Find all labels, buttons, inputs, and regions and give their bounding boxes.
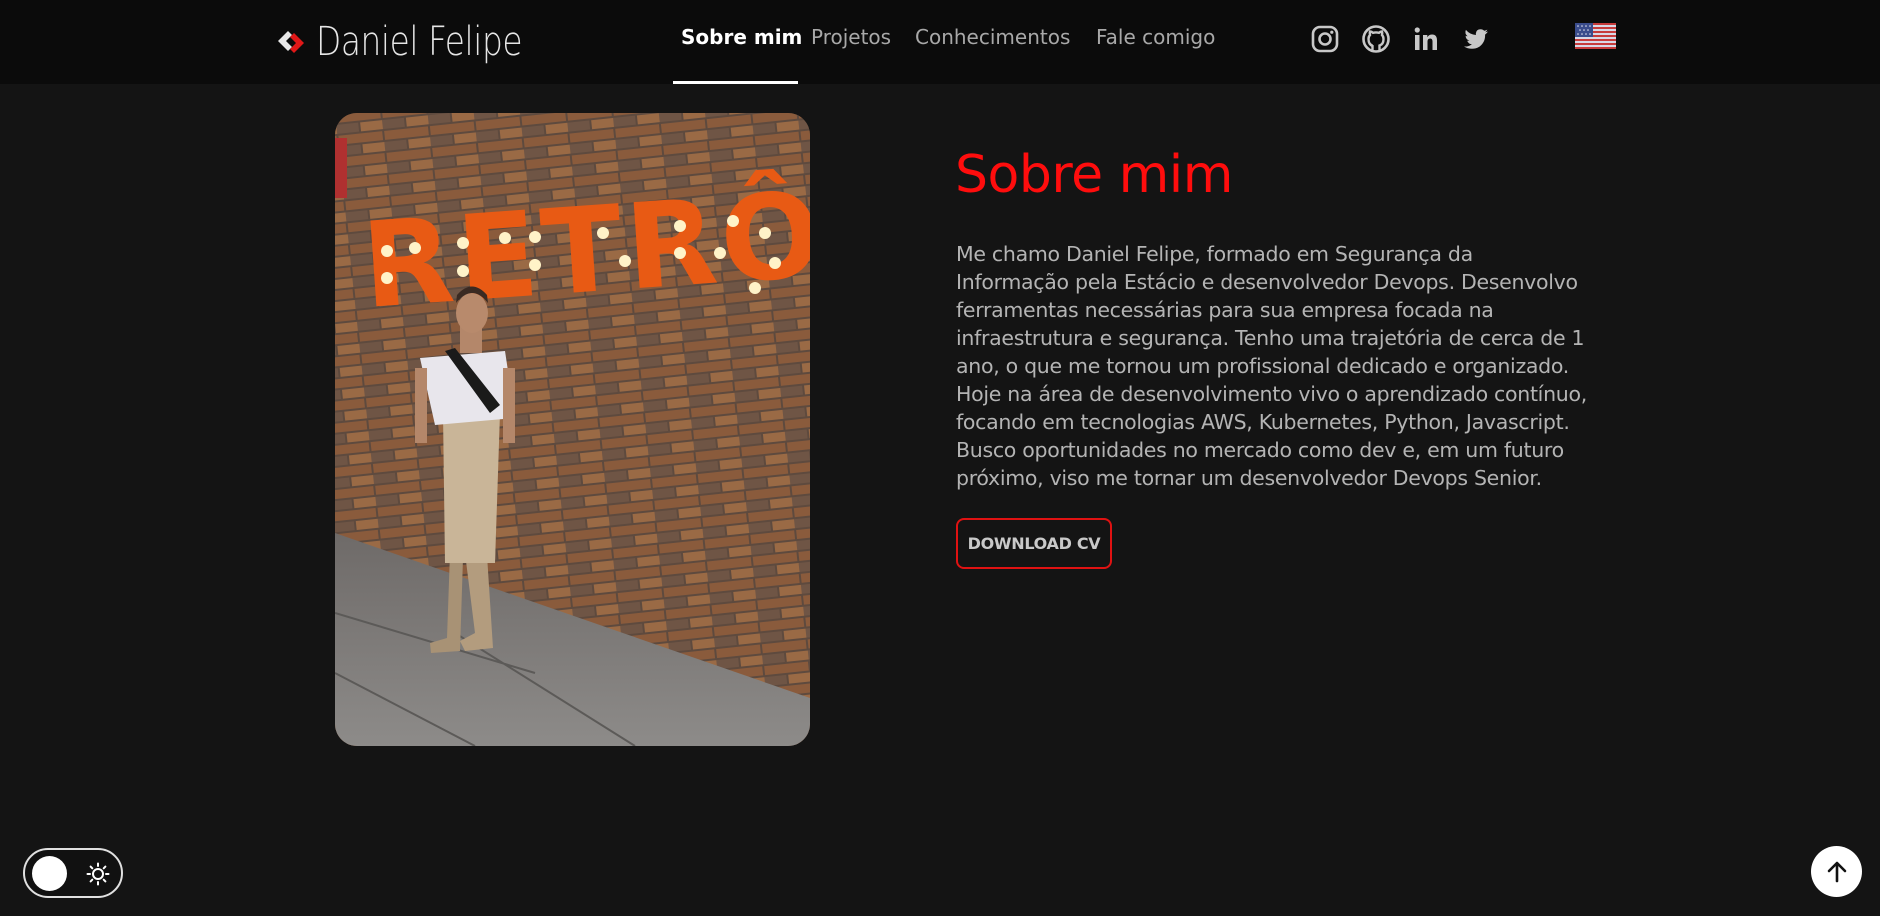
about-description: Me chamo Daniel Felipe, formado em Segur… xyxy=(956,242,1587,490)
active-nav-indicator xyxy=(673,81,798,84)
linkedin-icon[interactable] xyxy=(1409,22,1443,56)
theme-toggle[interactable] xyxy=(23,848,123,898)
nav-sobre-mim[interactable]: Sobre mim xyxy=(681,20,802,54)
github-icon[interactable] xyxy=(1359,22,1393,56)
logo-icon xyxy=(278,31,304,53)
navbar: Daniel Felipe Sobre mim Projetos Conheci… xyxy=(0,0,1880,84)
nav-projetos[interactable]: Projetos xyxy=(811,20,891,54)
sun-icon xyxy=(86,862,110,886)
instagram-icon[interactable] xyxy=(1308,22,1342,56)
logo-text: Daniel Felipe xyxy=(316,19,523,65)
arrow-up-icon xyxy=(1827,861,1846,882)
download-cv-button[interactable]: DOWNLOAD CV xyxy=(956,518,1112,569)
profile-photo: RETRÔ xyxy=(335,113,810,746)
us-flag-icon[interactable] xyxy=(1575,23,1616,49)
nav-fale-comigo[interactable]: Fale comigo xyxy=(1096,20,1215,54)
toggle-knob xyxy=(32,856,67,891)
nav-conhecimentos[interactable]: Conhecimentos xyxy=(915,20,1070,54)
twitter-icon[interactable] xyxy=(1459,22,1493,56)
about-title: Sobre mim xyxy=(955,145,1233,205)
logo[interactable]: Daniel Felipe xyxy=(274,14,567,70)
scroll-to-top-button[interactable] xyxy=(1811,846,1862,897)
